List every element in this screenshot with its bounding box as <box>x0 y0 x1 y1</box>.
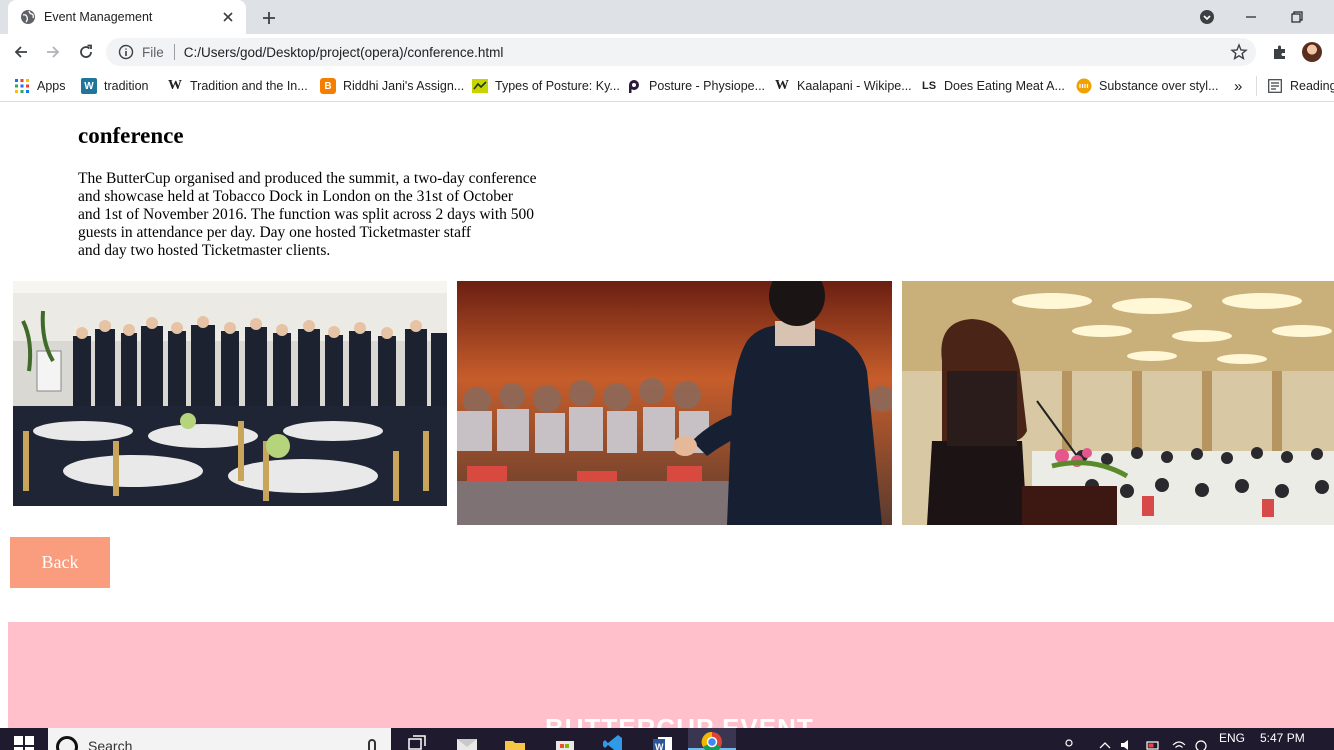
windows-taskbar: Search W ENG 5:47 PM <box>0 728 1334 750</box>
bookmark-label: Posture - Physiope... <box>649 79 766 93</box>
windows-start-icon[interactable] <box>14 736 34 750</box>
bookmark-types-of-posture[interactable]: Types of Posture: Ky... <box>472 76 620 96</box>
svg-text:W: W <box>655 742 664 750</box>
info-icon[interactable] <box>118 44 134 60</box>
description-line: The ButterCup organised and produced the… <box>78 170 537 187</box>
bookmark-kaalapani[interactable]: W Kaalapani - Wikipe... <box>774 76 912 96</box>
conference-photo-banquet <box>13 281 447 506</box>
volume-icon[interactable] <box>1120 738 1134 750</box>
forward-arrow-icon[interactable] <box>42 41 64 63</box>
wikipedia-icon: W <box>168 78 182 93</box>
description-line: and showcase held at Tobacco Dock in Lon… <box>78 188 514 205</box>
back-button[interactable]: Back <box>10 537 110 588</box>
vscode-icon[interactable] <box>598 733 628 750</box>
restore-icon[interactable] <box>1286 6 1308 28</box>
conference-photo-podium <box>902 281 1334 525</box>
url-protocol: File <box>142 44 164 60</box>
url-separator <box>173 44 175 60</box>
extensions-puzzle-icon[interactable] <box>1270 42 1290 62</box>
microphone-icon[interactable] <box>368 739 376 750</box>
browser-tab-strip: Event Management <box>0 0 1334 34</box>
event-description: The ButterCup organised and produced the… <box>78 170 558 260</box>
taskbar-search-placeholder: Search <box>88 738 133 750</box>
bookmark-does-eating-meat[interactable]: LS Does Eating Meat A... <box>921 76 1065 96</box>
bookmark-label: Does Eating Meat A... <box>944 79 1065 93</box>
globe-icon <box>20 9 36 25</box>
description-line: guests in attendance per day. Day one ho… <box>78 224 471 241</box>
minimize-icon[interactable] <box>1240 6 1262 28</box>
reload-icon[interactable] <box>75 41 97 63</box>
microsoft-store-icon[interactable] <box>550 733 580 750</box>
orange-circle-icon <box>1076 78 1092 94</box>
bookmark-riddhi-jani[interactable]: B Riddhi Jani's Assign... <box>320 76 464 96</box>
network-icon[interactable] <box>1194 738 1208 750</box>
bookmarks-overflow-button[interactable]: » <box>1234 76 1242 96</box>
page-title: conference <box>78 123 184 148</box>
new-tab-button[interactable] <box>258 7 280 29</box>
physiopedia-icon <box>626 78 642 94</box>
system-clock[interactable]: 5:47 PM <box>1260 731 1305 745</box>
tab-search-icon[interactable] <box>1196 6 1218 28</box>
conference-photo-speaker <box>457 281 892 525</box>
input-language[interactable]: ENG <box>1219 731 1245 745</box>
apps-grid-icon <box>14 78 30 94</box>
bookmark-tradition[interactable]: W tradition <box>81 76 148 96</box>
bookmarks-bar: Apps W tradition W Tradition and the In.… <box>0 70 1334 102</box>
bookmark-label: Riddhi Jani's Assign... <box>343 79 465 93</box>
blogger-icon: B <box>320 78 336 94</box>
browser-toolbar: File C:/Users/god/Desktop/project(opera)… <box>0 34 1334 70</box>
url-text[interactable]: C:/Users/god/Desktop/project(opera)/conf… <box>184 45 504 60</box>
tray-chevron-up-icon[interactable] <box>1098 738 1112 750</box>
reading-list-label: Reading <box>1290 79 1334 93</box>
reading-list-button[interactable]: Reading <box>1256 76 1334 96</box>
footer-title: BUTTERCUP EVENT <box>545 713 814 728</box>
close-tab-icon[interactable] <box>220 9 236 25</box>
bookmark-label: Apps <box>37 79 66 93</box>
taskbar-search-box[interactable]: Search <box>48 728 391 750</box>
browser-tab[interactable]: Event Management <box>8 0 246 34</box>
description-line: and 1st of November 2016. The function w… <box>78 206 535 223</box>
posture-icon <box>472 78 488 94</box>
wifi-icon[interactable] <box>1172 738 1186 750</box>
profile-avatar[interactable] <box>1302 42 1322 62</box>
address-bar[interactable]: File C:/Users/god/Desktop/project(opera)… <box>106 38 1256 66</box>
bookmark-label: Substance over styl... <box>1099 79 1219 93</box>
bookmark-apps[interactable]: Apps <box>14 76 66 96</box>
ls-icon: LS <box>921 80 937 92</box>
bookmark-label: tradition <box>104 79 149 93</box>
battery-icon[interactable] <box>1146 738 1160 750</box>
bookmark-label: Tradition and the In... <box>190 79 308 93</box>
tab-title: Event Management <box>44 10 153 24</box>
word-icon[interactable]: W <box>648 733 678 750</box>
bookmark-label: Kaalapani - Wikipe... <box>797 79 912 93</box>
web-page: conference The ButterCup organised and p… <box>0 103 1334 728</box>
file-explorer-icon[interactable] <box>500 733 530 750</box>
wikipedia-icon: W <box>775 78 789 93</box>
bookmark-tradition-and-the-in[interactable]: W Tradition and the In... <box>167 76 308 96</box>
back-arrow-icon[interactable] <box>10 41 32 63</box>
people-icon[interactable] <box>1062 738 1076 750</box>
chrome-taskbar-icon[interactable] <box>688 728 736 750</box>
site-footer: BUTTERCUP EVENT <box>8 622 1334 728</box>
bookmark-posture-physiopedia[interactable]: Posture - Physiope... <box>626 76 765 96</box>
reading-list-icon <box>1267 78 1283 94</box>
task-view-icon[interactable] <box>402 733 432 750</box>
wordpress-icon: W <box>81 78 97 94</box>
bookmark-label: Types of Posture: Ky... <box>495 79 620 93</box>
description-line: and day two hosted Ticketmaster clients. <box>78 242 331 259</box>
mail-app-icon[interactable] <box>452 733 482 750</box>
bookmark-star-icon[interactable] <box>1230 43 1248 61</box>
search-icon <box>56 736 78 750</box>
bookmark-substance-over-style[interactable]: Substance over styl... <box>1076 76 1219 96</box>
